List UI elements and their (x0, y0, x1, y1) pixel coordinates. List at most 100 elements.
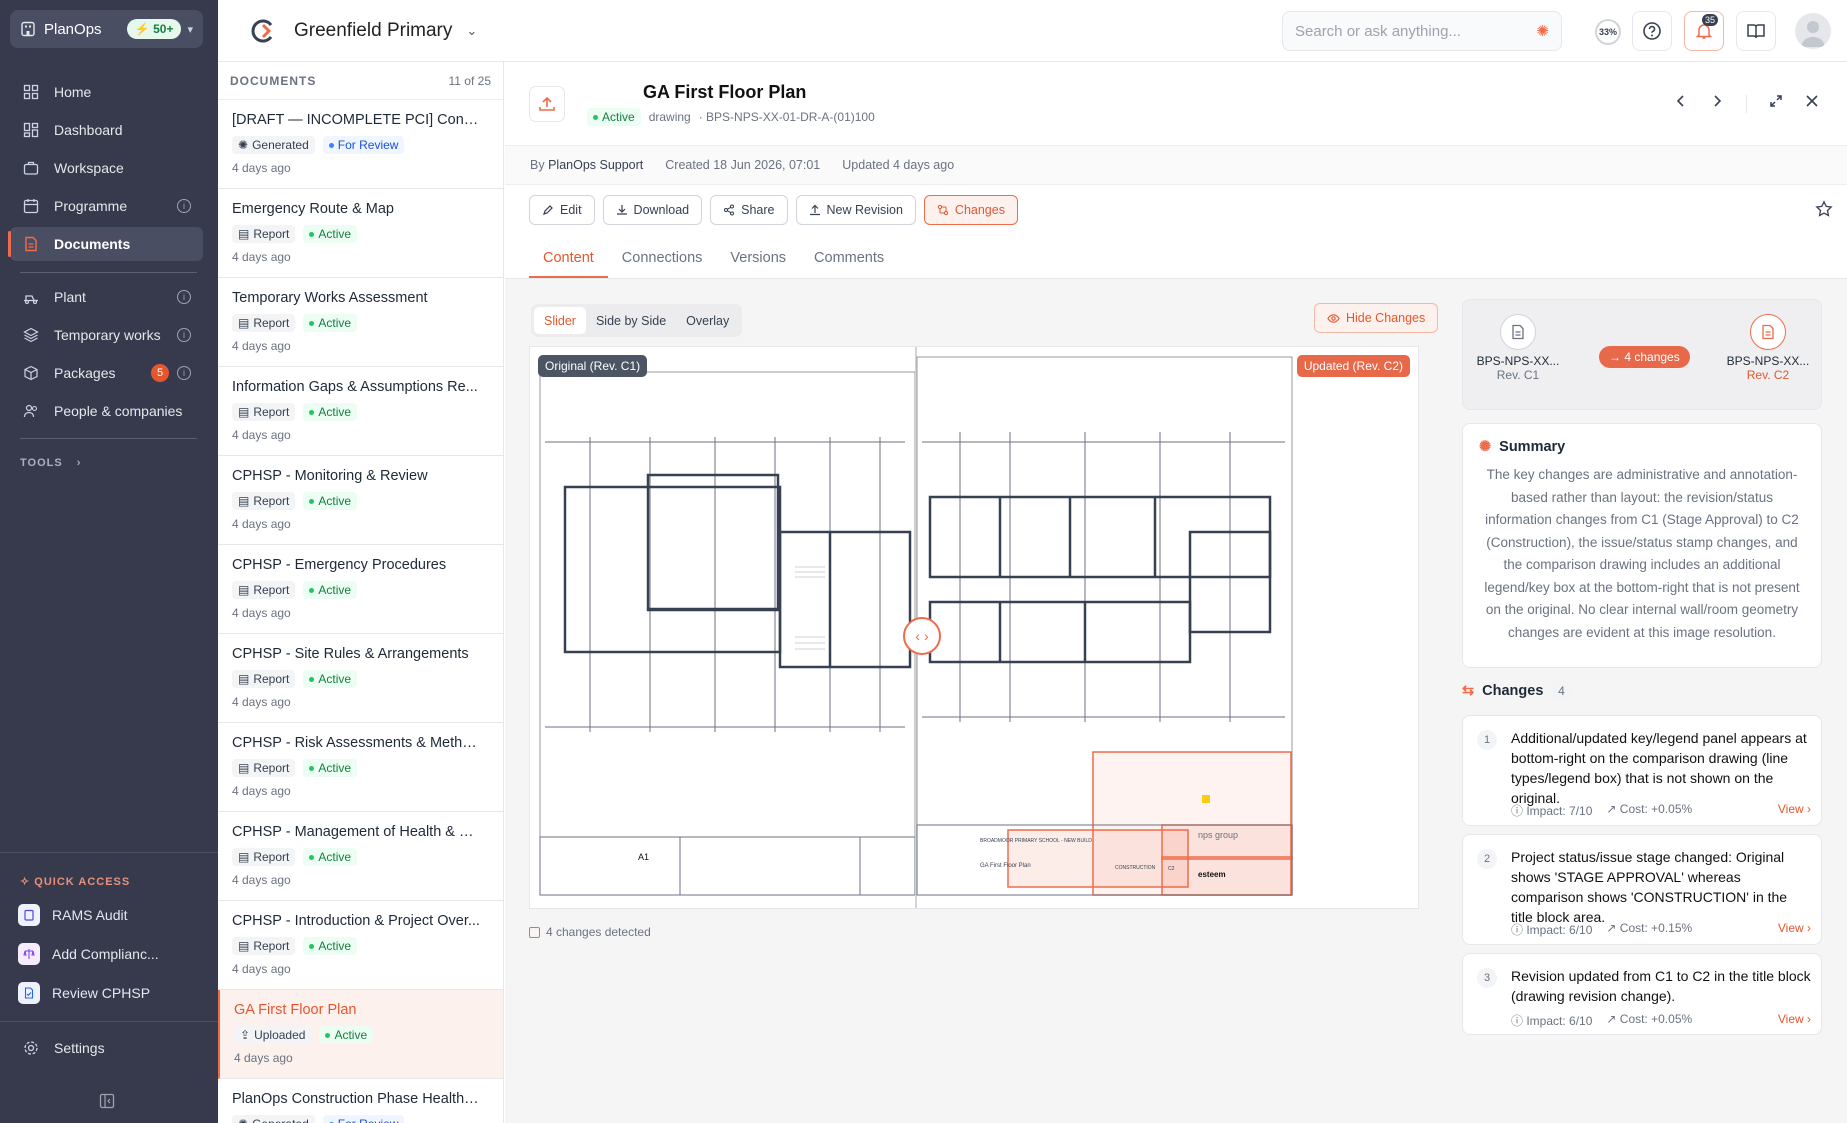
search-input[interactable]: Search or ask anything... ✺ (1282, 11, 1562, 51)
chevron-right-icon[interactable] (1710, 94, 1724, 113)
document-list-item[interactable]: CPHSP - Site Rules & Arrangements ▤ Report… (218, 634, 503, 723)
document-list-item[interactable]: Emergency Route & Map ▤ Report Active 4 days… (218, 189, 503, 278)
change-number: 2 (1477, 849, 1497, 869)
quick-access-rams-audit[interactable]: RAMS Audit (10, 898, 203, 932)
info-icon[interactable]: i (177, 199, 191, 213)
document-list-item[interactable]: GA First Floor Plan ⇪ Uploaded Active 4 days… (218, 990, 503, 1079)
status-dot (309, 676, 315, 682)
collapse-sidebar-icon[interactable] (99, 1093, 115, 1114)
view-link[interactable]: View › (1778, 802, 1811, 819)
updated-label: Updated (Rev. C2) (1296, 355, 1410, 377)
status-badge: Active (303, 581, 358, 599)
nav-settings[interactable]: Settings (10, 1031, 203, 1065)
document-list-item[interactable]: CPHSP - Introduction & Project Over... ▤ R… (218, 901, 503, 990)
document-item-date: 4 days ago (232, 250, 291, 264)
tab-content[interactable]: Content (529, 242, 608, 278)
nav-workspace[interactable]: Workspace (10, 151, 203, 185)
slider-handle[interactable]: ‹ › (903, 617, 941, 655)
nav-plant[interactable]: Plant i (10, 280, 203, 314)
cost: ↗ Cost: +0.05% (1606, 802, 1693, 816)
document-icon (1500, 314, 1536, 350)
change-footer: ⓘ Impact: 7/10 ↗ Cost: +0.05% View › (1511, 802, 1811, 819)
docs-button[interactable] (1736, 11, 1776, 51)
type-badge: ▤ Report (232, 937, 296, 955)
info-icon[interactable]: i (177, 366, 191, 380)
status-badge: Active (303, 403, 358, 421)
document-list: DOCUMENTS 11 of 25 [DRAFT — INCOMPLETE PC… (218, 62, 504, 1123)
revision-from-name: BPS-NPS-XX... (1476, 354, 1560, 368)
mode-side-by-side[interactable]: Side by Side (586, 307, 676, 334)
nav-temporary-works[interactable]: Temporary works i (10, 318, 203, 352)
tab-connections[interactable]: Connections (608, 242, 717, 278)
tab-versions[interactable]: Versions (716, 242, 800, 278)
upload-button[interactable] (529, 86, 565, 122)
document-list-item[interactable]: CPHSP - Emergency Procedures ▤ Report Activ… (218, 545, 503, 634)
document-list-item[interactable]: CPHSP - Risk Assessments & Metho... ▤ Repo… (218, 723, 503, 812)
edit-button[interactable]: Edit (529, 195, 595, 225)
view-link[interactable]: View › (1778, 921, 1811, 938)
help-button[interactable] (1632, 11, 1672, 51)
new-revision-button[interactable]: New Revision (795, 195, 916, 225)
status-badge: Active (303, 848, 358, 866)
drawing-compare-viewer[interactable]: A1 GA First Floor Plan BROADMOOR PRIMARY… (529, 346, 1419, 909)
project-switcher[interactable]: Greenfield Primary ⌄ (250, 18, 477, 44)
download-button[interactable]: Download (602, 195, 703, 225)
tab-comments[interactable]: Comments (800, 242, 898, 278)
share-button[interactable]: Share (710, 195, 788, 225)
status-dot (309, 765, 315, 771)
summary-text: The key changes are administrative and a… (1484, 467, 1800, 640)
document-list-item[interactable]: Information Gaps & Assumptions Re... ▤ Rep… (218, 367, 503, 456)
nav-programme[interactable]: Programme i (10, 189, 203, 223)
book-icon (1747, 24, 1765, 39)
info-icon[interactable]: i (177, 328, 191, 342)
org-switcher[interactable]: PlanOps ⚡ 50+ ▾ (10, 10, 203, 48)
document-count: 11 of 25 (448, 73, 491, 88)
quick-access-add-compliance[interactable]: Add Complianc... (10, 937, 203, 971)
document-list-item[interactable]: CPHSP - Management of Health & S... ▤ Repo… (218, 812, 503, 901)
document-item-title: GA First Floor Plan (234, 1002, 357, 1018)
star-icon[interactable] (1815, 200, 1833, 223)
mode-slider[interactable]: Slider (534, 307, 586, 334)
nav-dashboard[interactable]: Dashboard (10, 113, 203, 147)
nav-documents[interactable]: Documents (8, 227, 203, 261)
document-item-tags: ▤ Report Active (232, 225, 489, 243)
type-badge: ▤ Report (232, 403, 296, 421)
document-item-tags: ▤ Report Active (232, 670, 489, 688)
document-item-date: 4 days ago (232, 428, 291, 442)
tools-toggle[interactable]: TOOLS › (20, 457, 81, 469)
notifications-button[interactable]: 35 (1684, 11, 1724, 51)
nav-label: Documents (54, 236, 131, 252)
document-item-title: Emergency Route & Map (232, 201, 394, 217)
document-list-item[interactable]: CPHSP - Monitoring & Review ▤ Report Active… (218, 456, 503, 545)
nav-packages[interactable]: Packages 5 i (10, 356, 203, 390)
type-badge: ⇪ Uploaded (234, 1026, 312, 1044)
document-item-date: 4 days ago (234, 1051, 293, 1065)
created-date: Created 18 Jun 2026, 07:01 (665, 158, 821, 172)
info-icon[interactable]: i (177, 290, 191, 304)
document-list-item[interactable]: Temporary Works Assessment ▤ Report Active 4… (218, 278, 503, 367)
progress-ring[interactable]: 33% (1595, 19, 1621, 45)
avatar[interactable] (1795, 13, 1831, 49)
nav-people-companies[interactable]: People & companies (10, 394, 203, 428)
close-icon[interactable] (1805, 94, 1819, 113)
chevron-left-icon[interactable] (1674, 94, 1688, 113)
document-list-item[interactable]: PlanOps Construction Phase Health ... ✺ Ge… (218, 1079, 503, 1123)
document-icon (22, 235, 40, 253)
changes-button[interactable]: Changes (923, 195, 1018, 225)
hide-changes-button[interactable]: Hide Changes (1314, 303, 1439, 333)
document-list-item[interactable]: [DRAFT — INCOMPLETE PCI] Cons... ✺ Generat… (218, 100, 503, 189)
quick-access-review-cphsp[interactable]: Review CPHSP (10, 976, 203, 1010)
sparkle-icon: ✺ (1536, 23, 1549, 40)
document-item-tags: ⇪ Uploaded Active (234, 1026, 489, 1044)
status-label: For Review (338, 1117, 399, 1123)
view-link[interactable]: View › (1778, 1012, 1811, 1029)
changes-detected-label: 4 changes detected (546, 925, 651, 939)
changes-label: Changes (954, 203, 1005, 217)
changes-detected: 4 changes detected (529, 925, 651, 939)
expand-icon[interactable] (1769, 94, 1783, 113)
type-label: Report (253, 583, 290, 597)
nav-home[interactable]: Home (10, 75, 203, 109)
type-label: Report (253, 405, 290, 419)
mode-overlay[interactable]: Overlay (676, 307, 739, 334)
scale-icon (18, 943, 40, 965)
